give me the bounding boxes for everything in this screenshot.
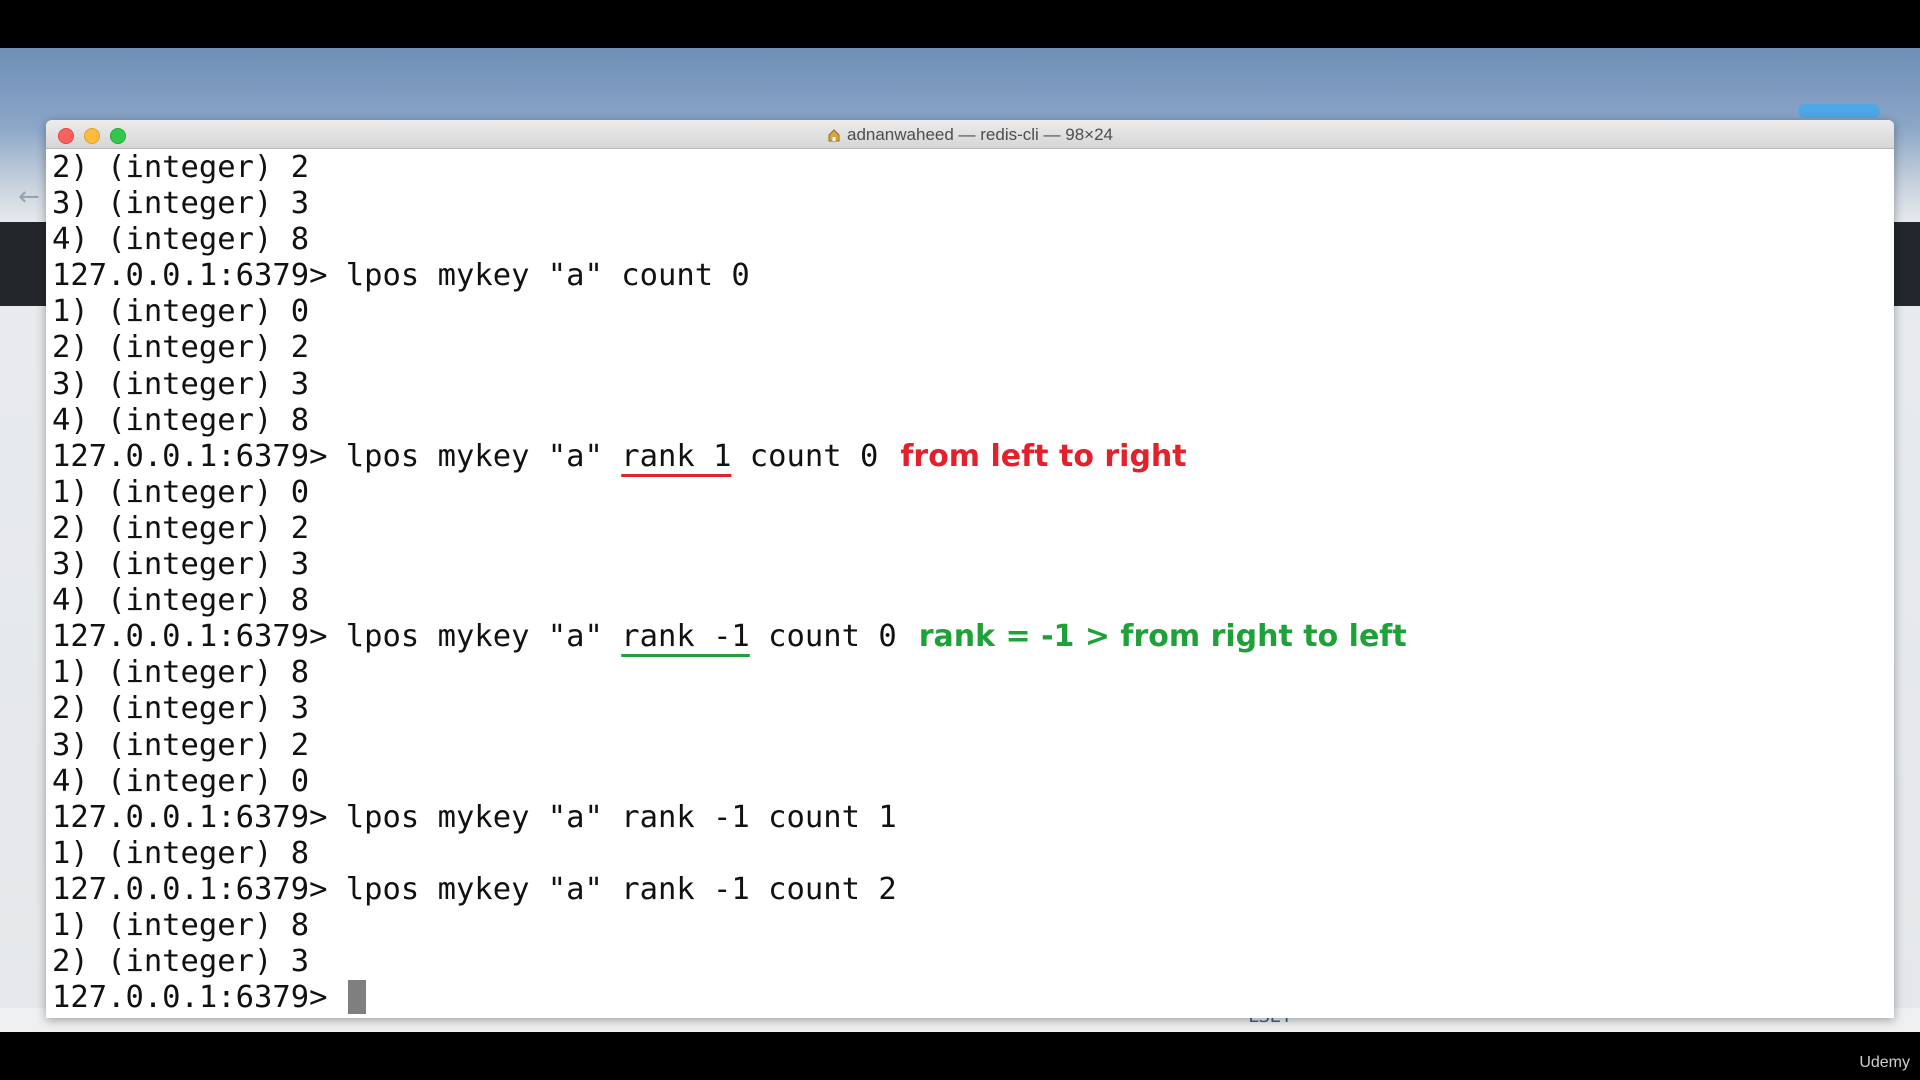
command-text: 127.0.0.1:6379> lpos mykey "a": [52, 438, 622, 474]
command-suffix: count 0: [731, 438, 879, 474]
output-text: 4) (integer) 0: [52, 763, 310, 799]
text-cursor: [347, 980, 366, 1015]
output-line: 2) (integer) 2: [52, 511, 1882, 547]
output-line: 2) (integer) 3: [52, 944, 1882, 980]
command-line: 127.0.0.1:6379> lpos mykey "a" rank -1 c…: [52, 872, 1882, 908]
background-blue-pill: [1798, 104, 1880, 118]
output-line: 2) (integer) 3: [52, 691, 1882, 727]
window-title: adnanwaheed — redis-cli — 98×24: [46, 125, 1894, 145]
output-text: 3) (integer) 3: [52, 547, 310, 583]
back-arrow-icon: ←: [18, 182, 40, 212]
terminal-output[interactable]: 2) (integer) 2 3) (integer) 3 4) (integer)…: [52, 150, 1882, 1016]
output-text: 1) (integer) 8: [52, 907, 310, 943]
output-text: 2) (integer) 2: [52, 150, 310, 185]
annotation-label: rank = -1 > from right to left: [918, 619, 1407, 655]
output-text: 3) (integer) 2: [52, 727, 310, 763]
output-line: 3) (integer) 3: [52, 367, 1882, 403]
command-text: 127.0.0.1:6379> lpos mykey "a" rank -1 c…: [52, 871, 897, 907]
command-text: 127.0.0.1:6379> lpos mykey "a" rank -1 c…: [52, 799, 897, 835]
output-text: 1) (integer) 0: [52, 294, 310, 330]
output-line: 2) (integer) 2: [52, 330, 1882, 366]
output-text: 3) (integer) 3: [52, 366, 310, 402]
output-line: 3) (integer) 3: [52, 186, 1882, 222]
output-line: 1) (integer) 0: [52, 475, 1882, 511]
command-line: 127.0.0.1:6379> lpos mykey "a" rank -1 c…: [52, 800, 1882, 836]
screen: ← • LSET adnanwaheed — redis-cli — 98×24…: [0, 0, 1920, 1080]
command-text: 127.0.0.1:6379> lpos mykey "a" count 0: [52, 258, 750, 294]
output-line: 4) (integer) 8: [52, 403, 1882, 439]
output-text: 1) (integer) 0: [52, 474, 310, 510]
command-text: 127.0.0.1:6379> lpos mykey "a": [52, 619, 622, 655]
output-text: 4) (integer) 8: [52, 583, 310, 619]
command-line: 127.0.0.1:6379> lpos mykey "a" rank 1 co…: [52, 439, 1882, 475]
terminal-window[interactable]: adnanwaheed — redis-cli — 98×24 2) (inte…: [46, 120, 1894, 1018]
output-line: 3) (integer) 2: [52, 728, 1882, 764]
home-icon: [828, 129, 840, 142]
output-line: 1) (integer) 0: [52, 294, 1882, 330]
output-text: 2) (integer) 2: [52, 510, 310, 546]
window-titlebar[interactable]: adnanwaheed — redis-cli — 98×24: [46, 120, 1894, 149]
command-line: 127.0.0.1:6379> lpos mykey "a" rank -1 c…: [52, 619, 1882, 655]
output-text: 3) (integer) 3: [52, 186, 310, 222]
underlined-argument: rank 1: [621, 438, 732, 474]
output-line: 4) (integer) 8: [52, 222, 1882, 258]
output-text: 4) (integer) 8: [52, 222, 310, 258]
output-text: 2) (integer) 3: [52, 691, 310, 727]
current-prompt: 127.0.0.1:6379>: [52, 980, 346, 1016]
udemy-watermark: Udemy: [1859, 1054, 1910, 1071]
underlined-argument: rank -1: [621, 619, 750, 655]
output-line: 1) (integer) 8: [52, 908, 1882, 944]
command-line: 127.0.0.1:6379> lpos mykey "a" count 0: [52, 258, 1882, 294]
output-line: 1) (integer) 8: [52, 836, 1882, 872]
output-line: 2) (integer) 2: [52, 150, 1882, 186]
output-line: 4) (integer) 8: [52, 583, 1882, 619]
output-text: 4) (integer) 8: [52, 402, 310, 438]
output-line: 3) (integer) 3: [52, 547, 1882, 583]
command-suffix: count 0: [749, 619, 897, 655]
output-line: 4) (integer) 0: [52, 764, 1882, 800]
output-line: 1) (integer) 8: [52, 655, 1882, 691]
annotation-label: from left to right: [900, 438, 1187, 474]
current-prompt-line[interactable]: 127.0.0.1:6379>: [52, 980, 1882, 1016]
output-text: 2) (integer) 2: [52, 330, 310, 366]
output-text: 1) (integer) 8: [52, 655, 310, 691]
output-text: 2) (integer) 3: [52, 944, 310, 980]
output-text: 1) (integer) 8: [52, 835, 310, 871]
